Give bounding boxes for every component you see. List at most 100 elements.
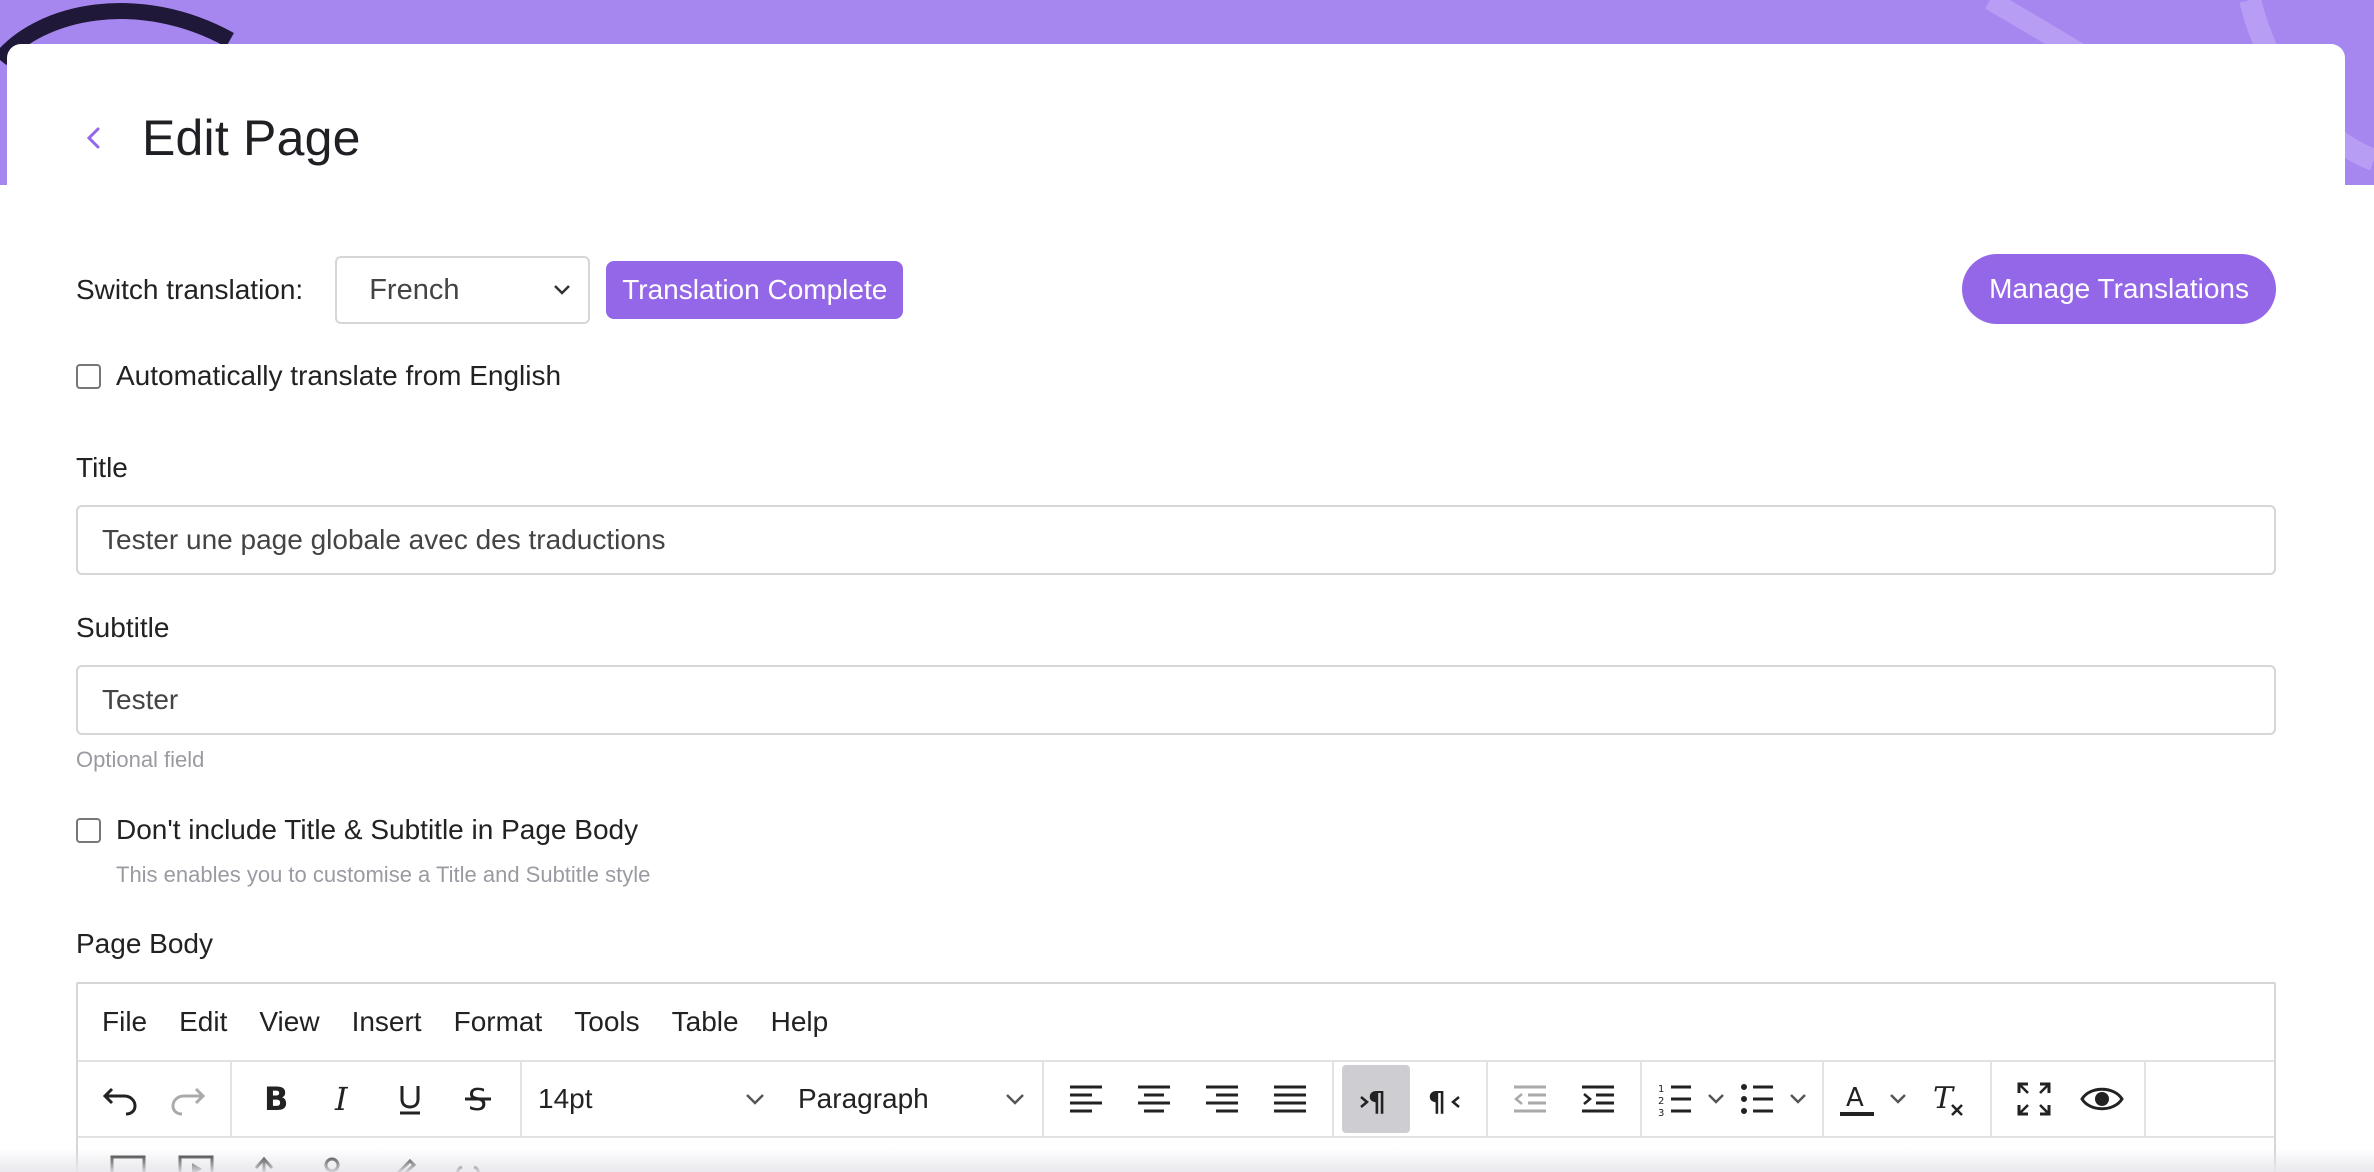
direction-group: ¶ ¶ [1334,1062,1488,1136]
svg-text:¶: ¶ [1368,1085,1386,1117]
align-right-button[interactable] [1188,1065,1256,1133]
menu-format[interactable]: Format [454,1006,543,1038]
font-size-group: 14pt Paragraph [522,1062,1044,1136]
ltr-button[interactable]: ¶ [1342,1065,1410,1133]
align-left-button[interactable] [1052,1065,1120,1133]
chevron-down-icon [1006,1094,1024,1105]
alignment-group [1044,1062,1334,1136]
redo-button[interactable] [154,1065,222,1133]
title-input[interactable]: Tester une page globale avec des traduct… [76,505,2276,575]
bullet-list-button[interactable] [1732,1065,1782,1133]
text-color-dropdown[interactable] [1882,1065,1914,1133]
redo-icon [171,1087,206,1116]
manage-translations-button[interactable]: Manage Translations [1962,254,2276,324]
preview-button[interactable] [2068,1065,2136,1133]
editor-menubar: File Edit View Insert Format Tools Table… [78,984,2274,1062]
underline-button[interactable] [376,1065,444,1133]
subtitle-input[interactable]: Tester [76,665,2276,735]
numbered-list-dropdown[interactable] [1700,1065,1732,1133]
svg-text:I: I [334,1081,349,1117]
strikethrough-icon: S [465,1083,491,1117]
auto-translate-row: Automatically translate from English [76,360,561,392]
view-group [1992,1062,2146,1136]
translation-select[interactable]: French [335,256,591,324]
exclude-title-row: Don't include Title & Subtitle in Page B… [76,814,638,846]
auto-translate-label: Automatically translate from English [116,360,562,391]
bold-icon: B [264,1081,288,1117]
indent-group [1488,1062,1642,1136]
svg-text:¶: ¶ [1428,1085,1446,1117]
svg-text:1: 1 [1658,1084,1664,1095]
list-group: 123 [1642,1062,1824,1136]
clear-formatting-button[interactable]: T [1914,1065,1982,1133]
color-group: A T [1824,1062,1992,1136]
rich-text-editor: File Edit View Insert Format Tools Table… [76,982,2276,1172]
ltr-icon: ¶ [1360,1085,1386,1117]
align-left-icon [1070,1085,1102,1113]
menu-view[interactable]: View [259,1006,319,1038]
block-format-value: Paragraph [798,1083,929,1114]
text-color-icon: A [1840,1083,1874,1116]
align-justify-icon [1274,1085,1306,1113]
page-header: Edit Page [76,88,361,188]
exclude-title-label: Don't include Title & Subtitle in Page B… [116,814,639,845]
chevron-left-icon [86,127,100,149]
italic-button[interactable]: I [308,1065,376,1133]
svg-text:3: 3 [1658,1108,1664,1116]
numbered-list-button[interactable]: 123 [1650,1065,1700,1133]
align-right-icon [1206,1085,1238,1113]
menu-edit[interactable]: Edit [179,1006,227,1038]
align-center-button[interactable] [1120,1065,1188,1133]
subtitle-input-value: Tester [102,684,179,715]
fullscreen-button[interactable] [2000,1065,2068,1133]
back-button[interactable] [76,120,112,156]
translation-status-badge: Translation Complete [606,261,904,319]
clear-formatting-icon: T [1933,1081,1963,1116]
align-justify-button[interactable] [1256,1065,1324,1133]
block-format-select[interactable]: Paragraph [782,1065,1042,1133]
font-size-select[interactable]: 14pt [522,1065,782,1133]
undo-button[interactable] [86,1065,154,1133]
page-title: Edit Page [142,110,361,166]
svg-text:T: T [1933,1081,1955,1116]
menu-tools[interactable]: Tools [574,1006,639,1038]
numbered-list-icon: 123 [1658,1084,1691,1116]
bullet-list-dropdown[interactable] [1782,1065,1814,1133]
chevron-down-icon [746,1094,764,1105]
fullscreen-icon [2017,1082,2051,1116]
outdent-button[interactable] [1496,1065,1564,1133]
italic-icon: I [334,1081,349,1117]
indent-button[interactable] [1564,1065,1632,1133]
preview-icon [2080,1087,2124,1111]
auto-translate-checkbox[interactable] [76,363,101,389]
menu-help[interactable]: Help [771,1006,829,1038]
strikethrough-button[interactable]: S [444,1065,512,1133]
editor-toolbar: B I S 14pt Paragraph [78,1062,2274,1138]
undo-icon [102,1087,137,1116]
subtitle-label: Subtitle [76,612,170,643]
outdent-icon [1514,1085,1546,1113]
font-size-value: 14pt [538,1083,593,1114]
title-input-value: Tester une page globale avec des traduct… [102,524,666,555]
translation-select-value: French [369,273,460,306]
menu-insert[interactable]: Insert [352,1006,422,1038]
switch-translation-label: Switch translation: [76,274,304,305]
bullet-list-icon [1741,1084,1773,1114]
menu-table[interactable]: Table [672,1006,739,1038]
svg-text:A: A [1846,1083,1864,1113]
exclude-title-help-text: This enables you to customise a Title an… [116,862,651,887]
rtl-button[interactable]: ¶ [1410,1065,1478,1133]
menu-file[interactable]: File [102,1006,147,1038]
bold-button[interactable]: B [240,1065,308,1133]
chevron-down-icon [1790,1094,1806,1104]
chevron-down-icon [1708,1094,1724,1104]
chevron-down-icon [1890,1094,1906,1104]
underline-icon [400,1086,420,1115]
indent-icon [1582,1085,1614,1113]
text-color-button[interactable]: A [1832,1065,1882,1133]
svg-text:B: B [264,1081,288,1117]
subtitle-help-text: Optional field [76,747,205,772]
page-body-label: Page Body [76,928,213,959]
svg-text:2: 2 [1658,1096,1664,1107]
exclude-title-checkbox[interactable] [76,817,101,843]
